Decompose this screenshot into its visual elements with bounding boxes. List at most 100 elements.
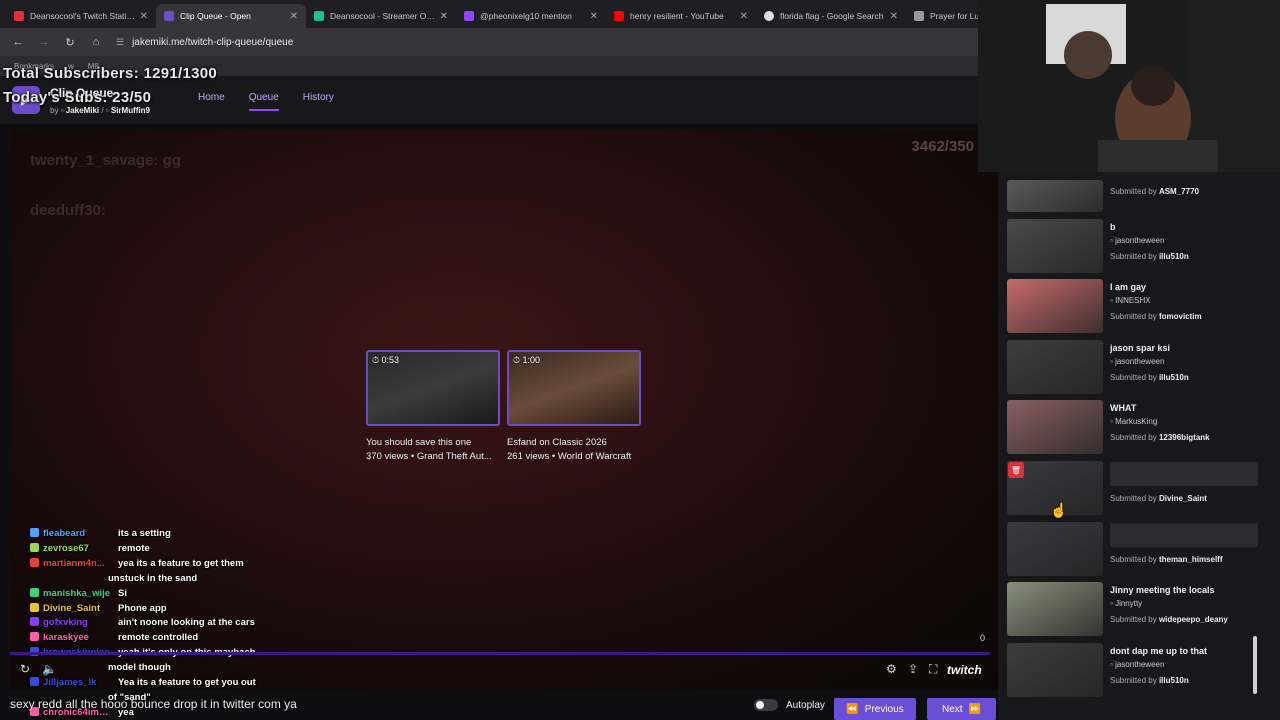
queue-item-submitter: Submitted by theman_himselff [1110, 555, 1223, 564]
chat-username[interactable]: karaskyee [43, 632, 113, 643]
queue-item[interactable]: jason spar ksi ▫ jasontheween Submitted by… [1007, 340, 1272, 396]
queue-item-submitter: Submitted by illu510n [1110, 252, 1189, 261]
chat-text: its a setting [118, 528, 171, 539]
chat-text: remote controlled [118, 632, 199, 644]
next-button[interactable]: Next ⏩ [927, 698, 996, 720]
clip-duration: ⏱ 0:53 [372, 355, 400, 365]
queue-item[interactable]: Jinny meeting the locals ▫ Jinnytty Submit… [1007, 582, 1272, 638]
close-tab-icon[interactable]: ✕ [590, 11, 598, 22]
chat-text: Si [118, 587, 127, 599]
browser-tab[interactable]: Deansocool - Streamer Oven ✕ [306, 4, 456, 28]
nav-queue[interactable]: Queue [248, 92, 279, 111]
chat-username[interactable]: gofxvking [43, 617, 113, 628]
channel-name: MarkusKing [1115, 417, 1158, 426]
chat-badge-icon [30, 677, 39, 686]
queue-item-thumbnail[interactable] [1007, 219, 1103, 273]
nav-home[interactable]: Home [198, 92, 225, 111]
chat-message: Jilljames_lk Yea its a feature to get you… [30, 677, 256, 688]
settings-icon[interactable]: ⚙ [886, 662, 897, 676]
chat-text: Phone app [118, 602, 167, 614]
browser-tab[interactable]: florida flag - Google Search ✕ [756, 4, 906, 28]
nav-history[interactable]: History [303, 92, 334, 111]
chat-badge-icon [30, 557, 39, 567]
chat-username[interactable]: martianm4n... [43, 558, 113, 569]
tab-favicon-icon [164, 11, 174, 21]
suggested-clip[interactable]: ⏱ 1:00 Esfand on Classic 2026 261 views … [507, 350, 641, 462]
chat-message: Divine_Saint Phone app [30, 602, 167, 614]
author-link[interactable]: JakeMiki [66, 106, 99, 115]
close-tab-icon[interactable]: ✕ [440, 11, 448, 22]
autoplay-toggle[interactable] [754, 699, 778, 711]
close-tab-icon[interactable]: ✕ [890, 11, 898, 22]
queue-item[interactable]: b ▫ jasontheween Submitted by illu510n [1007, 219, 1272, 275]
submitter-name: illu510n [1158, 373, 1189, 382]
volume-icon[interactable]: 🔈 [42, 662, 57, 676]
twitch-logo[interactable]: twitch [947, 663, 982, 677]
channel-name: Jinnytty [1115, 599, 1143, 608]
queue-item[interactable]: Submitted by theman_himselff [1007, 522, 1272, 578]
chat-message: karaskyee remote controlled [30, 632, 198, 643]
author-link[interactable]: SirMuffin9 [111, 106, 150, 115]
queue-item[interactable]: dont dap me up to that ▫ jasontheween Subm… [1007, 643, 1272, 699]
close-tab-icon[interactable]: ✕ [140, 11, 148, 22]
queue-item[interactable]: WHAT ▫ MarkusKing Submitted by 12396bigtan… [1007, 400, 1272, 456]
queue-item[interactable]: 🗑 Submitted by Divine_Saint [1007, 461, 1272, 517]
queue-item-thumbnail[interactable] [1007, 643, 1103, 697]
queue-item-thumbnail[interactable] [1007, 180, 1103, 212]
queue-item-title: I am gay [1110, 282, 1147, 292]
queue-item-thumbnail[interactable] [1007, 400, 1103, 454]
site-info-icon[interactable]: ☰ [116, 37, 124, 48]
replay-icon[interactable]: ↻ [20, 662, 30, 676]
queue-item-thumbnail[interactable] [1007, 279, 1103, 333]
delete-icon[interactable]: 🗑 [1008, 462, 1024, 478]
queue-item-submitter: Submitted by 12396bigtank [1110, 433, 1210, 442]
chat-username[interactable]: manishka_wije [43, 588, 113, 599]
chat-message: martianm4n... yea its a feature to get th… [30, 557, 244, 569]
reload-icon[interactable]: ↻ [60, 32, 80, 52]
todays-subs: Today's Subs: 23/50 [3, 89, 152, 106]
webcam-feed [978, 0, 1280, 172]
queue-item-title: b [1110, 222, 1116, 232]
queue-item-thumbnail[interactable] [1007, 522, 1103, 576]
back-icon[interactable]: ← [8, 32, 28, 52]
app-authors: by ▫ JakeMiki / ▫ SirMuffin9 [50, 106, 150, 115]
queue-item-submitter: Submitted by illu510n [1110, 676, 1189, 685]
previous-button[interactable]: ⏪ Previous [834, 698, 916, 720]
submitter-name: illu510n [1158, 252, 1189, 261]
browser-tab-active[interactable]: Clip Queue - Open ✕ [156, 4, 306, 28]
chat-username[interactable]: Divine_Saint [43, 603, 113, 614]
channel-name: INNESHX [1115, 296, 1151, 305]
chat-badge-icon [30, 528, 39, 537]
time-display: 0 [980, 633, 986, 643]
browser-tab[interactable]: Prayer for Lu [906, 4, 980, 28]
queue-scrollbar[interactable] [1253, 636, 1257, 694]
queue-item-thumbnail[interactable] [1007, 340, 1103, 394]
suggested-clip-meta: 261 views • World of Warcraft [507, 451, 632, 462]
forward-icon[interactable]: → [34, 32, 54, 52]
toggle-knob [756, 701, 764, 709]
chat-username[interactable]: fleabeard [43, 528, 113, 539]
chat-text: remote [118, 542, 150, 554]
suggested-clip-thumbnail[interactable]: ⏱ 0:53 [366, 350, 500, 426]
submitter-name: ASM_7770 [1158, 187, 1199, 196]
suggested-clip[interactable]: ⏱ 0:53 You should save this one 370 view… [366, 350, 500, 462]
queue-item-title: Jinny meeting the locals [1110, 585, 1215, 595]
url-input[interactable]: ☰ jakemiki.me/twitch-clip-queue/queue [112, 32, 712, 52]
video-counter: 3462/350 [911, 138, 974, 155]
queue-item-title: dont dap me up to that [1110, 646, 1207, 656]
browser-tab[interactable]: Deansocool's Twitch Statistic ✕ [6, 4, 156, 28]
chat-username[interactable]: Jilljames_lk [43, 677, 113, 688]
browser-tab[interactable]: @pheonixelg10 mention ✕ [456, 4, 606, 28]
close-tab-icon[interactable]: ✕ [290, 11, 298, 22]
close-tab-icon[interactable]: ✕ [740, 11, 748, 22]
progress-bar[interactable] [10, 652, 990, 655]
queue-item-thumbnail[interactable] [1007, 582, 1103, 636]
share-icon[interactable]: ⇪ [908, 662, 918, 676]
home-icon[interactable]: ⌂ [86, 32, 106, 52]
browser-tab[interactable]: henry resilient - YouTube ✕ [606, 4, 756, 28]
chat-username[interactable]: zevrose67 [43, 543, 113, 554]
fullscreen-icon[interactable]: ⛶ [929, 662, 937, 677]
suggested-clip-thumbnail[interactable]: ⏱ 1:00 [507, 350, 641, 426]
queue-item[interactable]: I am gay ▫ INNESHX Submitted by fomovictim [1007, 279, 1272, 335]
queue-item-submitter: Submitted by ASM_7770 [1110, 187, 1199, 196]
